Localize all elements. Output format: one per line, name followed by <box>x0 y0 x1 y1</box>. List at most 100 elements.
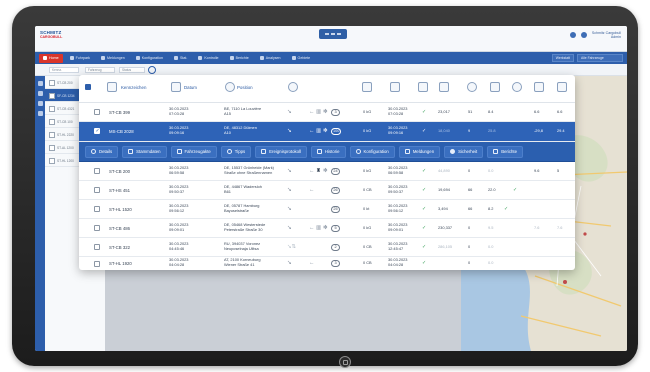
km-cell: 44,890 <box>438 168 450 173</box>
nav-item-messages[interactable]: Meldungen <box>97 54 129 63</box>
row-checkbox[interactable] <box>94 225 100 231</box>
security-button[interactable]: Sicherheit <box>444 145 484 158</box>
left-sidebar <box>35 76 45 351</box>
filter-icon[interactable] <box>37 101 43 106</box>
km-cell: 230,337 <box>438 225 453 230</box>
load-cell: 0 kt <box>363 206 370 211</box>
temp-cell-2: 29.4 <box>557 128 565 133</box>
device-home-button[interactable] <box>339 356 351 368</box>
arrow-left-icon: ← <box>309 109 315 115</box>
count-badge: 25 <box>331 206 340 213</box>
nav-label: Konfiguration <box>141 56 163 60</box>
temp-cell-1: 7.6 <box>534 225 540 230</box>
nav-item-config[interactable]: Konfiguration <box>132 54 167 63</box>
nav-item-reports[interactable]: Berichte <box>226 54 253 63</box>
master-data-button[interactable]: Stammdaten <box>122 145 167 158</box>
coupling-icon: ↘ <box>287 168 292 174</box>
load-cell: 0 CB <box>363 244 372 249</box>
messages-button[interactable]: Meldungen <box>398 145 441 158</box>
configuration-button[interactable]: Konfiguration <box>349 145 395 158</box>
vehicle-group-select[interactable]: Alle Fahrzeuge <box>577 54 623 62</box>
table-row[interactable]: ST-CB 399 30.03.2023 07:03:28 BE, 7110 L… <box>79 103 575 122</box>
vehicle-file-button[interactable]: Fahrzeugakte <box>170 145 217 158</box>
window-switcher[interactable] <box>319 29 347 39</box>
window-icon <box>331 33 335 35</box>
col-header-position[interactable]: Position <box>237 85 253 90</box>
count-badge: 24 <box>331 168 340 175</box>
row-checkbox[interactable] <box>94 261 100 267</box>
value-cell: 0 <box>468 225 471 230</box>
details-button[interactable]: Details <box>85 145 119 158</box>
value-cell: 25.8 <box>488 128 496 133</box>
row-checkbox[interactable] <box>94 244 100 250</box>
plate-cell: ST-CB 399 <box>109 110 131 115</box>
tips-button[interactable]: Tipps <box>220 145 252 158</box>
value-cell: 0 <box>468 168 471 173</box>
brand-logo: SCHMITZ CARGOBULL <box>40 30 76 47</box>
row-checkbox[interactable] <box>94 109 100 115</box>
axle-icon <box>490 82 500 92</box>
time-cell: 06:59:58 <box>169 170 185 175</box>
bar-chart-icon <box>316 149 322 154</box>
settings-icon[interactable] <box>37 111 43 116</box>
table-row[interactable]: ST-CB 486 30.03.2023 09:09:01 DE, 05468 … <box>79 219 575 238</box>
ok-check-icon: ✓ <box>422 109 427 115</box>
value-cell: 9.5 <box>488 225 494 230</box>
nav-label: Stat. <box>179 56 188 60</box>
table-row-selected[interactable]: MS-CB 2028 30.03.2023 09:09:16 DE, 48312… <box>79 122 575 142</box>
value-cell: 51 <box>468 109 473 114</box>
nav-item-analysis[interactable]: Analysen <box>256 54 285 63</box>
col-header-plate[interactable]: Kennzeichen <box>121 85 146 90</box>
action-label: Meldungen <box>412 149 435 154</box>
logo-line-2: CARGOBULL <box>40 35 63 39</box>
count-badge: 100 <box>331 128 342 135</box>
nav-item-control[interactable]: Kontrolle <box>194 54 222 63</box>
table-row[interactable]: ST-HL 1920 30.03.2023 04:04:28 AT, 2100 … <box>79 257 575 270</box>
row-checkbox[interactable] <box>94 206 100 212</box>
row-checkbox[interactable] <box>94 168 100 174</box>
load-cell: 0 kG <box>363 128 372 133</box>
table-row[interactable]: ST-HL 1520 30.03.2023 09:56:12 DE, 05787… <box>79 200 575 219</box>
count-badge: 3 <box>331 109 340 116</box>
count-badge: 2 <box>331 244 340 251</box>
ok-check-icon: ✓ <box>422 260 427 266</box>
position-line-2: Neuposelnaja Ulitsa <box>224 246 259 251</box>
search-icon[interactable] <box>148 66 156 74</box>
table-row[interactable]: ST-CB 322 30.03.2023 04:45:46 RU, 394037… <box>79 238 575 257</box>
position-line-2: Bayuselstraße <box>224 208 249 213</box>
trailer-icon: ▥ <box>316 128 322 134</box>
filter-field-plate[interactable]: Kennz. <box>49 67 79 73</box>
history-button[interactable]: Historie <box>310 145 346 158</box>
map-icon[interactable] <box>37 91 43 96</box>
map-area-icon <box>291 56 296 60</box>
truck-icon <box>69 56 74 60</box>
col-header-date[interactable]: Datum <box>184 85 197 90</box>
user-menu[interactable]: Schmitz Cargobull Admin <box>592 31 621 39</box>
nav-item-fleet[interactable]: Fuhrpark <box>66 54 94 63</box>
select-all-checkbox[interactable] <box>85 84 91 90</box>
settings-icon[interactable] <box>569 32 576 38</box>
ok-check-icon: ✓ <box>422 225 427 231</box>
list-icon[interactable] <box>37 81 43 86</box>
table-row[interactable]: ST-HS 451 30.03.2023 09:50:37 DE, 44867 … <box>79 181 575 200</box>
filter-field-status[interactable]: Status <box>119 67 145 73</box>
row-checkbox[interactable] <box>94 187 100 193</box>
row-checkbox[interactable] <box>94 128 100 134</box>
event-log-button[interactable]: Ereignisprotokoll <box>255 145 307 158</box>
reports-button[interactable]: Berichte <box>487 145 523 158</box>
table-row[interactable]: ST-CB 200 30.03.2023 06:59:58 DE, 15537 … <box>79 162 575 181</box>
arrow-left-icon: ← <box>309 187 315 193</box>
nav-item-areas[interactable]: Gebiete <box>288 54 315 63</box>
nav-label: Meldungen <box>106 56 125 60</box>
coupling-icon: ↘ <box>287 260 292 266</box>
workshop-select[interactable]: Werkstatt <box>551 54 574 62</box>
time-cell: 09:09:16 <box>169 130 185 135</box>
plate-cell: ST-HS 451 <box>109 188 131 193</box>
nav-item-home[interactable]: Home <box>39 53 63 63</box>
last-update-time: 09:50:37 <box>388 189 404 194</box>
plate-cell: ST-CB 322 <box>109 245 131 250</box>
user-icon[interactable] <box>580 32 587 38</box>
filter-field-vehicle[interactable]: Fahrzeug <box>85 67 115 73</box>
nav-item-stat[interactable]: Stat. <box>170 54 191 63</box>
gear-icon <box>135 56 140 60</box>
